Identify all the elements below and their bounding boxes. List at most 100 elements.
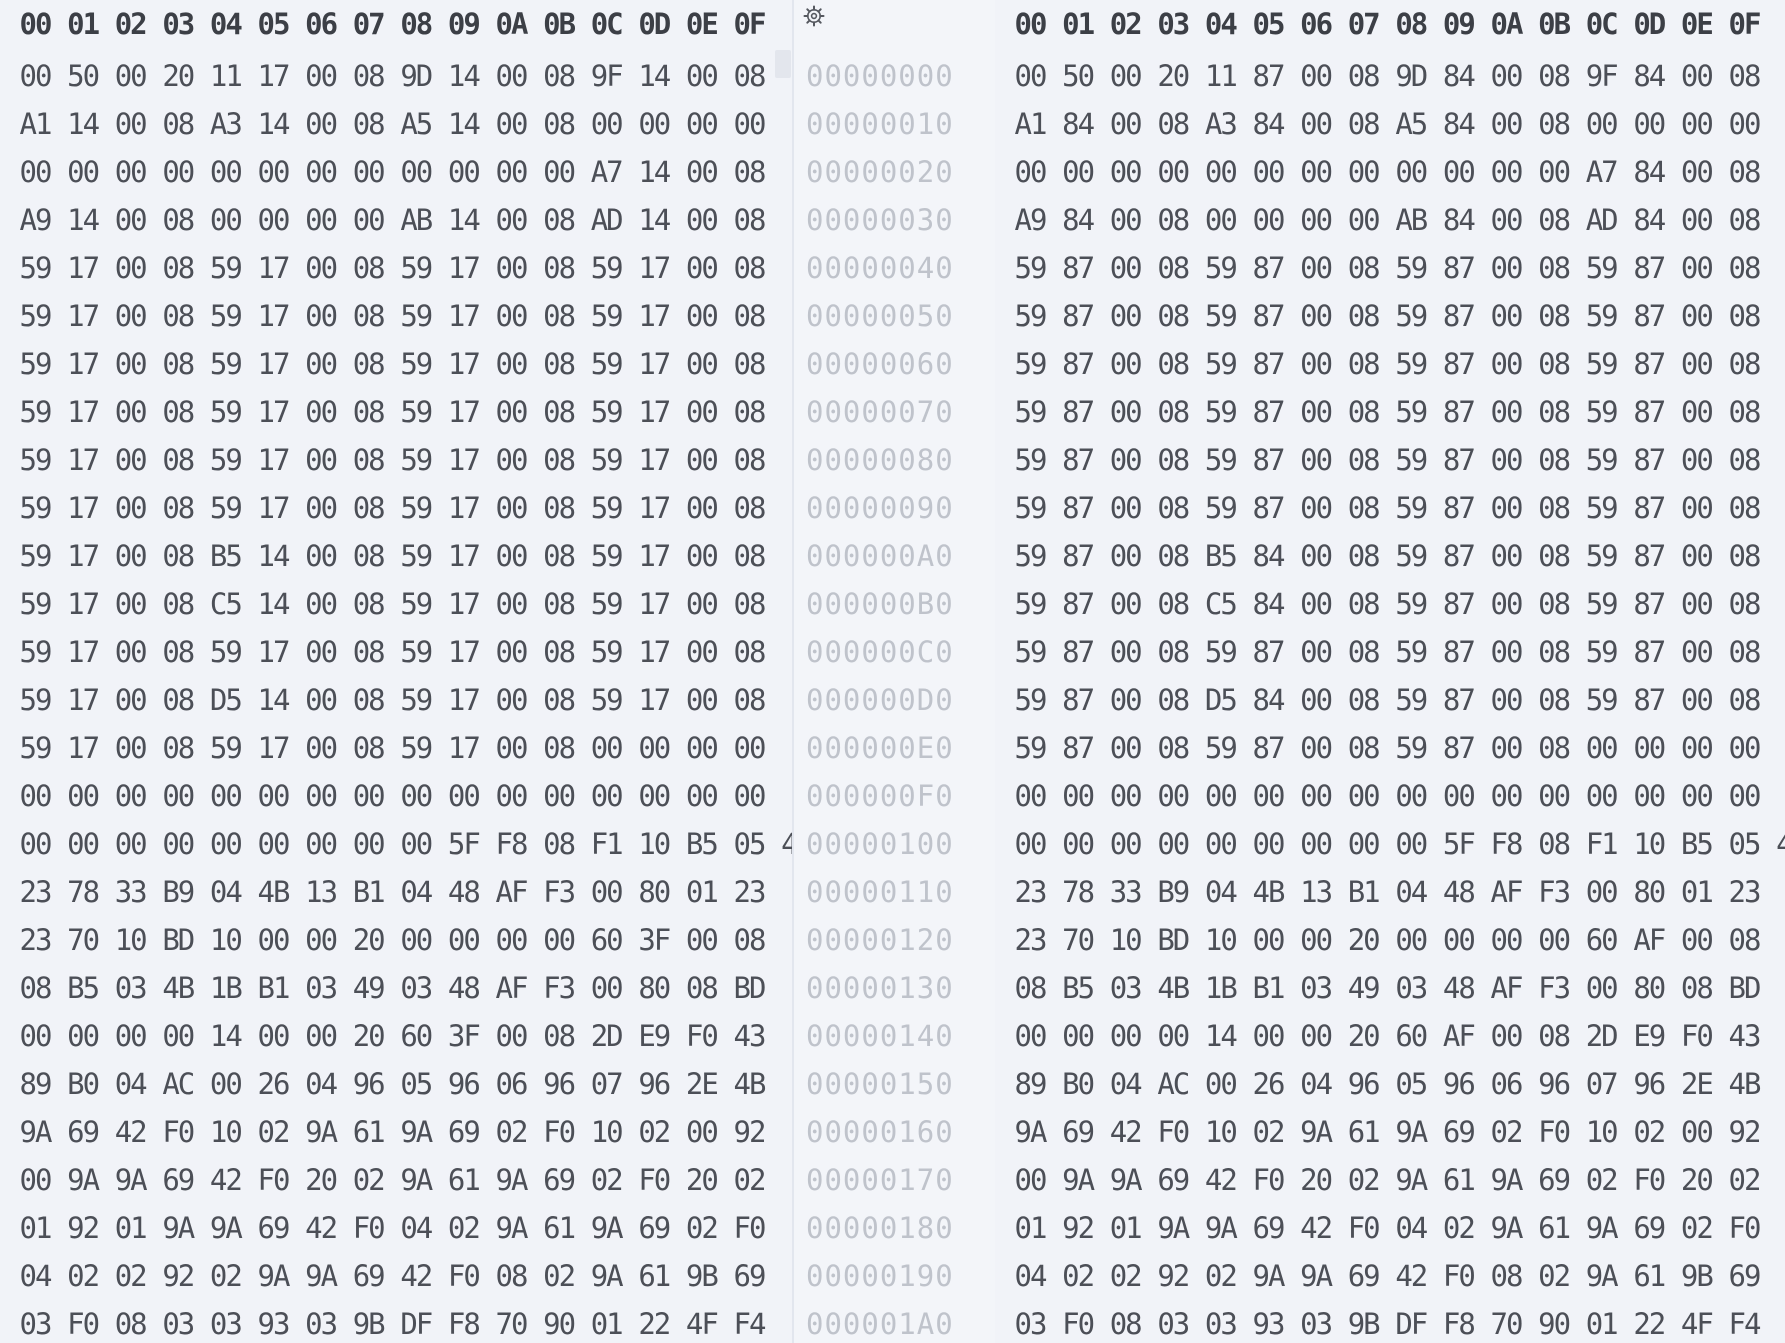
hex-byte[interactable]: A1: [12, 100, 58, 148]
hex-byte[interactable]: 08: [345, 628, 391, 676]
hex-byte[interactable]: 08: [1007, 964, 1053, 1012]
hex-byte[interactable]: 00: [1673, 148, 1719, 196]
hex-byte[interactable]: 9A: [1388, 1156, 1434, 1204]
hex-byte[interactable]: 17: [631, 532, 677, 580]
hex-byte[interactable]: 08: [345, 724, 391, 772]
hex-byte[interactable]: 08: [536, 628, 582, 676]
hex-byte[interactable]: 59: [12, 580, 58, 628]
hex-byte[interactable]: B0: [1055, 1060, 1101, 1108]
hex-byte[interactable]: 13: [298, 868, 344, 916]
hex-byte[interactable]: 08: [345, 52, 391, 100]
hex-byte[interactable]: 61: [1626, 1252, 1672, 1300]
hex-byte[interactable]: 17: [60, 676, 106, 724]
hex-byte[interactable]: 00: [1293, 628, 1339, 676]
hex-byte[interactable]: 00: [678, 52, 724, 100]
hex-byte[interactable]: 00: [1102, 388, 1148, 436]
hex-byte[interactable]: 80: [631, 964, 677, 1012]
hex-byte[interactable]: B1: [1340, 868, 1386, 916]
hex-byte[interactable]: 00: [345, 196, 391, 244]
hex-byte[interactable]: 80: [1626, 868, 1672, 916]
hex-byte[interactable]: 17: [440, 532, 486, 580]
hex-byte[interactable]: 08: [1721, 196, 1767, 244]
hex-byte[interactable]: 00: [1388, 148, 1434, 196]
hex-byte[interactable]: 02: [488, 1108, 534, 1156]
hex-byte[interactable]: 00: [1293, 436, 1339, 484]
hex-byte[interactable]: 08: [1721, 916, 1767, 964]
hex-byte[interactable]: AF: [1626, 916, 1672, 964]
hex-byte[interactable]: 17: [631, 484, 677, 532]
hex-byte[interactable]: 04: [1102, 1060, 1148, 1108]
hex-byte[interactable]: 96: [631, 1060, 677, 1108]
hex-byte[interactable]: 03: [1293, 1300, 1339, 1343]
hex-byte[interactable]: 48: [440, 868, 486, 916]
hex-byte[interactable]: 69: [1435, 1108, 1481, 1156]
hex-byte[interactable]: 08: [536, 820, 582, 868]
hex-byte[interactable]: F0: [1626, 1156, 1672, 1204]
hex-byte[interactable]: 04: [1293, 1060, 1339, 1108]
hex-byte[interactable]: 08: [726, 916, 772, 964]
hex-byte[interactable]: 00: [1293, 388, 1339, 436]
hex-byte[interactable]: 2E: [678, 1060, 724, 1108]
hex-byte[interactable]: 00: [1102, 628, 1148, 676]
hex-byte[interactable]: B1: [1245, 964, 1291, 1012]
hex-byte[interactable]: 23: [12, 916, 58, 964]
hex-byte[interactable]: 00: [726, 724, 772, 772]
hex-byte[interactable]: 00: [1483, 532, 1529, 580]
hex-byte[interactable]: 9A: [1007, 1108, 1053, 1156]
hex-byte[interactable]: 80: [631, 868, 677, 916]
hex-byte[interactable]: 60: [393, 1012, 439, 1060]
hex-byte[interactable]: F0: [1150, 1108, 1196, 1156]
hex-byte[interactable]: 08: [726, 580, 772, 628]
hex-byte[interactable]: 59: [583, 340, 629, 388]
hex-byte[interactable]: 60: [1578, 916, 1624, 964]
hex-byte[interactable]: 42: [1197, 1156, 1243, 1204]
hex-byte[interactable]: AC: [1150, 1060, 1196, 1108]
hex-byte[interactable]: 84: [1245, 676, 1291, 724]
hex-byte[interactable]: 08: [726, 244, 772, 292]
hex-byte[interactable]: 00: [107, 532, 153, 580]
hex-byte[interactable]: 43: [726, 1012, 772, 1060]
hex-byte[interactable]: 00: [1578, 100, 1624, 148]
hex-byte[interactable]: 00: [1293, 772, 1339, 820]
hex-byte[interactable]: 59: [1578, 436, 1624, 484]
hex-byte[interactable]: 69: [1340, 1252, 1386, 1300]
hex-byte[interactable]: 00: [1102, 484, 1148, 532]
hex-byte[interactable]: 00: [298, 388, 344, 436]
hex-byte[interactable]: 03: [1197, 1300, 1243, 1343]
hex-byte[interactable]: 08: [1150, 100, 1196, 148]
hex-byte[interactable]: 00: [1483, 100, 1529, 148]
hex-byte[interactable]: 17: [250, 388, 296, 436]
hex-byte[interactable]: 01: [678, 868, 724, 916]
hex-byte[interactable]: 08: [536, 244, 582, 292]
hex-byte[interactable]: 00: [488, 1012, 534, 1060]
hex-byte[interactable]: 02: [536, 1252, 582, 1300]
hex-byte[interactable]: 05: [726, 820, 772, 868]
hex-byte[interactable]: 08: [726, 532, 772, 580]
hex-byte[interactable]: 00: [1721, 724, 1767, 772]
hex-byte[interactable]: 59: [583, 484, 629, 532]
hex-byte[interactable]: 59: [1007, 676, 1053, 724]
hex-byte[interactable]: 08: [1150, 196, 1196, 244]
hex-byte[interactable]: 59: [1388, 532, 1434, 580]
hex-byte[interactable]: 08: [1721, 580, 1767, 628]
hex-byte[interactable]: 00: [1197, 820, 1243, 868]
hex-byte[interactable]: 89: [12, 1060, 58, 1108]
hex-byte[interactable]: 17: [440, 244, 486, 292]
hex-byte[interactable]: 17: [440, 580, 486, 628]
hex-byte[interactable]: 17: [250, 484, 296, 532]
hex-byte[interactable]: AB: [393, 196, 439, 244]
hex-byte[interactable]: 02: [345, 1156, 391, 1204]
hex-byte[interactable]: 00: [202, 196, 248, 244]
hex-byte[interactable]: 00: [298, 580, 344, 628]
hex-byte[interactable]: 9B: [678, 1252, 724, 1300]
hex-byte[interactable]: 00: [107, 676, 153, 724]
hex-byte[interactable]: 59: [1007, 436, 1053, 484]
hex-byte[interactable]: 03: [1293, 964, 1339, 1012]
hex-byte[interactable]: 69: [250, 1204, 296, 1252]
hex-byte[interactable]: 9A: [107, 1156, 153, 1204]
hex-byte[interactable]: 00: [488, 724, 534, 772]
hex-byte[interactable]: 00: [1626, 100, 1672, 148]
hex-byte[interactable]: 00: [1483, 196, 1529, 244]
hex-byte[interactable]: 00: [250, 1012, 296, 1060]
hex-byte[interactable]: 70: [1055, 916, 1101, 964]
